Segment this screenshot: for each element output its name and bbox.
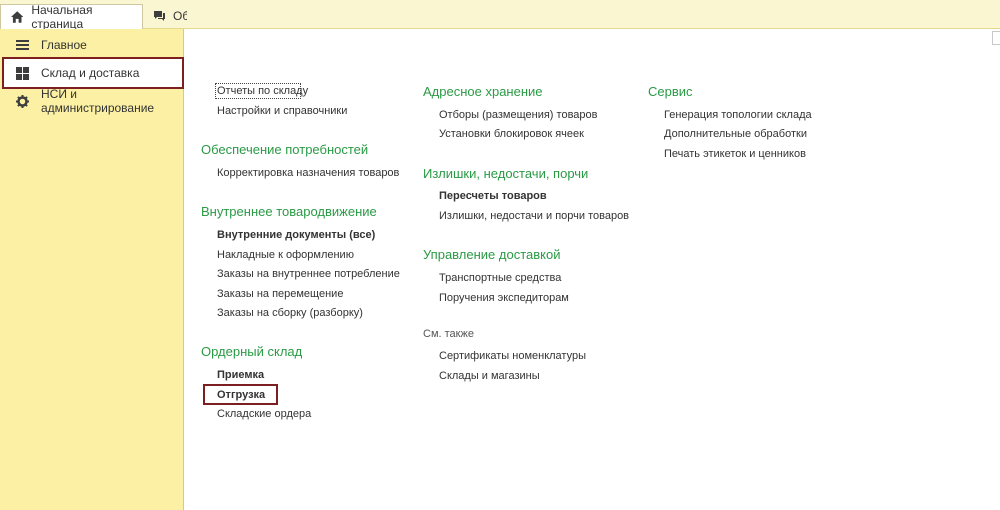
tab-bar: Начальная страница Об xyxy=(0,0,1000,31)
section-title-internal-movement: Внутреннее товародвижение xyxy=(201,204,377,219)
link-adjust-assignment[interactable]: Корректировка назначения товаров xyxy=(217,167,399,179)
sidebar-item-label: НСИ и администрирование xyxy=(41,87,155,115)
section-title-address-storage: Адресное хранение xyxy=(423,84,543,99)
sidebar-item-main[interactable]: Главное xyxy=(0,32,184,58)
link-certificates[interactable]: Сертификаты номенклатуры xyxy=(439,350,586,362)
tab-home-label: Начальная страница xyxy=(31,3,93,31)
link-recounts[interactable]: Пересчеты товаров xyxy=(439,190,547,202)
tab-other-label: Об xyxy=(173,9,187,23)
link-print-labels[interactable]: Печать этикеток и ценников xyxy=(664,148,806,160)
link-warehouses-stores[interactable]: Склады и магазины xyxy=(439,370,540,382)
section-title-needs: Обеспечение потребностей xyxy=(201,142,369,157)
link-invoices-pending[interactable]: Накладные к оформлению xyxy=(217,249,354,261)
link-internal-docs[interactable]: Внутренние документы (все) xyxy=(217,229,375,241)
sidebar-item-warehouse[interactable]: Склад и доставка xyxy=(2,57,184,89)
grid-icon xyxy=(16,66,29,80)
section-title-order-warehouse: Ордерный склад xyxy=(201,344,303,359)
sidebar-item-label: Склад и доставка xyxy=(41,66,140,80)
panel-corner-button[interactable] xyxy=(992,31,1000,45)
link-receiving[interactable]: Приемка xyxy=(217,369,264,381)
home-icon xyxy=(11,11,24,23)
sidebar-item-admin[interactable]: НСИ и администрирование xyxy=(0,87,184,115)
tab-home[interactable]: Начальная страница xyxy=(0,3,143,31)
link-cell-locks[interactable]: Установки блокировок ячеек xyxy=(439,128,584,140)
link-shipment[interactable]: Отгрузка xyxy=(217,389,265,401)
link-vehicles[interactable]: Транспортные средства xyxy=(439,272,561,284)
link-forwarder-tasks[interactable]: Поручения экспедиторам xyxy=(439,292,569,304)
section-title-service: Сервис xyxy=(648,84,693,99)
link-surplus-docs[interactable]: Излишки, недостачи и порчи товаров xyxy=(439,210,629,222)
link-topology[interactable]: Генерация топологии склада xyxy=(664,109,812,121)
link-warehouse-orders[interactable]: Складские ордера xyxy=(217,408,311,420)
sidebar: Главное Склад и доставка НСИ и администр… xyxy=(0,29,184,510)
sidebar-item-label: Главное xyxy=(41,38,87,52)
link-extra-processing[interactable]: Дополнительные обработки xyxy=(664,128,807,140)
see-also-label: См. также xyxy=(423,328,474,340)
section-title-delivery: Управление доставкой xyxy=(423,247,561,262)
content-panel: Отчеты по складу Настройки и справочники… xyxy=(186,29,1000,510)
gear-icon xyxy=(16,94,29,108)
link-internal-consumption-orders[interactable]: Заказы на внутреннее потребление xyxy=(217,268,400,280)
link-transfer-orders[interactable]: Заказы на перемещение xyxy=(217,288,343,300)
link-warehouse-reports[interactable]: Отчеты по складу xyxy=(217,85,308,97)
link-picking[interactable]: Отборы (размещения) товаров xyxy=(439,109,597,121)
link-settings[interactable]: Настройки и справочники xyxy=(217,105,347,117)
section-title-surplus: Излишки, недостачи, порчи xyxy=(423,166,589,181)
link-assembly-orders[interactable]: Заказы на сборку (разборку) xyxy=(217,307,363,319)
tab-other[interactable]: Об xyxy=(147,4,187,28)
chat-icon xyxy=(154,11,165,21)
menu-lines-icon xyxy=(16,39,29,50)
